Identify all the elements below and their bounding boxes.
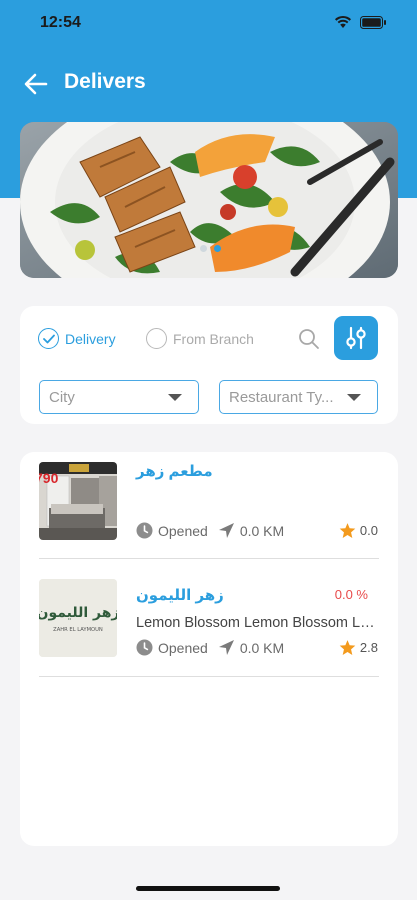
list-item[interactable]: 790 مطعم زهر Opened 0.0 KM 0.0 bbox=[20, 452, 398, 570]
restaurant-description: Lemon Blossom Lemon Blossom Lemon Blosso… bbox=[136, 615, 380, 631]
from-branch-label: From Branch bbox=[173, 330, 254, 347]
restaurant-thumbnail: زهر الليمون ZAHR EL LAYMOUN bbox=[39, 579, 117, 657]
rating-value: 0.0 bbox=[359, 523, 378, 538]
battery-icon bbox=[360, 15, 387, 34]
carousel-dots bbox=[200, 245, 221, 252]
list-item[interactable]: زهر الليمون ZAHR EL LAYMOUN زهر الليمون … bbox=[20, 570, 398, 688]
location-arrow-icon bbox=[218, 640, 234, 655]
home-indicator[interactable] bbox=[136, 886, 280, 891]
clock-icon bbox=[136, 639, 153, 656]
top-nav: Delivers bbox=[0, 62, 417, 102]
city-select[interactable]: City bbox=[39, 380, 199, 414]
from-branch-radio[interactable]: From Branch bbox=[146, 328, 254, 349]
divider bbox=[39, 558, 379, 559]
radio-circle-icon bbox=[146, 328, 167, 349]
distance: 0.0 KM bbox=[218, 522, 284, 539]
caret-down-icon bbox=[347, 394, 361, 401]
svg-text:زهر الليمون: زهر الليمون bbox=[39, 605, 117, 621]
city-select-value: City bbox=[49, 389, 75, 406]
status-text: Opened bbox=[158, 639, 208, 656]
wifi-icon bbox=[334, 15, 352, 34]
logo: زهر الليمون ZAHR EL LAYMOUN bbox=[39, 579, 117, 657]
distance-text: 0.0 KM bbox=[239, 639, 285, 656]
delivery-label: Delivery bbox=[65, 330, 116, 347]
arrow-left-icon bbox=[24, 73, 48, 95]
distance-text: 0.0 KM bbox=[239, 522, 285, 539]
thumb-price: 790 bbox=[39, 470, 59, 486]
search-button[interactable] bbox=[298, 328, 320, 350]
restaurant-meta: Opened 0.0 KM bbox=[136, 639, 284, 656]
restaurant-thumbnail: 790 bbox=[39, 462, 117, 540]
svg-text:ZAHR EL LAYMOUN: ZAHR EL LAYMOUN bbox=[53, 627, 103, 633]
restaurant-type-select-value: Restaurant Ty... bbox=[229, 389, 334, 406]
filter-card: Delivery From Branch City Restaurant Ty.… bbox=[20, 306, 398, 424]
salad-photo bbox=[20, 122, 398, 278]
status-time: 12:54 bbox=[40, 14, 81, 31]
carousel-dot-active[interactable] bbox=[214, 245, 221, 252]
status-badge: Opened bbox=[136, 639, 208, 656]
clock-icon bbox=[136, 522, 153, 539]
restaurant-list: 790 مطعم زهر Opened 0.0 KM 0.0 زهر الليم… bbox=[20, 452, 398, 846]
status-badge: Opened bbox=[136, 522, 208, 539]
search-icon bbox=[299, 329, 319, 349]
rating: 0.0 bbox=[339, 522, 378, 539]
banner-carousel[interactable] bbox=[20, 122, 398, 278]
caret-down-icon bbox=[168, 394, 182, 401]
back-button[interactable] bbox=[22, 70, 50, 98]
delivery-radio[interactable]: Delivery bbox=[38, 328, 116, 349]
status-icons bbox=[334, 15, 387, 34]
location-arrow-icon bbox=[218, 523, 234, 538]
sliders-icon bbox=[346, 326, 366, 350]
check-circle-icon bbox=[38, 328, 59, 349]
status-bar: 12:54 bbox=[0, 0, 417, 46]
restaurant-name: مطعم زهر bbox=[136, 463, 213, 480]
divider bbox=[39, 676, 379, 677]
distance: 0.0 KM bbox=[218, 639, 284, 656]
star-icon bbox=[339, 523, 356, 538]
restaurant-type-select[interactable]: Restaurant Ty... bbox=[219, 380, 378, 414]
rating: 2.8 bbox=[339, 639, 378, 656]
restaurant-name: زهر الليمون bbox=[136, 587, 224, 604]
status-text: Opened bbox=[158, 522, 208, 539]
star-icon bbox=[339, 640, 356, 655]
rating-value: 2.8 bbox=[359, 640, 378, 655]
carousel-dot[interactable] bbox=[200, 245, 207, 252]
restaurant-meta: Opened 0.0 KM bbox=[136, 522, 284, 539]
filter-button[interactable] bbox=[334, 316, 378, 360]
discount-text: 0.0 % bbox=[334, 587, 368, 602]
page-title: Delivers bbox=[64, 70, 146, 93]
